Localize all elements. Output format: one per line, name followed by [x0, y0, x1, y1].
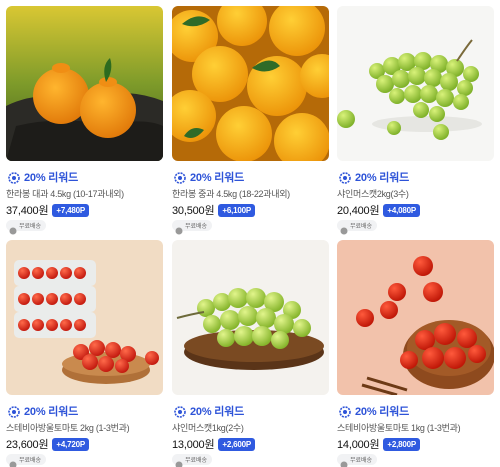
shine-muscat-photo [337, 6, 494, 161]
free-shipping-tag: 무료배송 [172, 454, 213, 467]
points-badge: +4,080P [383, 203, 421, 217]
shine-muscat-plate-photo [172, 240, 329, 395]
shipping-icon [340, 456, 348, 467]
free-shipping-tag: 무료배송 [172, 220, 213, 234]
points-badge: +6,100P [218, 203, 256, 217]
reward-info: 20% 리워드 [339, 403, 409, 419]
tomato-box-photo [6, 240, 163, 395]
product-price: 20,400원 [337, 205, 380, 217]
product-card-stevia-tomato-2kg[interactable]: 20% 리워드 스테비아방울토마토 2kg (1-3번과) 23,600원 +4… [6, 240, 163, 467]
product-name[interactable]: 한라봉 대과 4.5kg (10-17과내외) [6, 187, 124, 200]
product-card-shine-muscat-1kg[interactable]: 20% 리워드 샤인머스캣1kg(2수) 13,000원 +2,600P 무료배… [172, 240, 329, 467]
product-image[interactable] [337, 240, 494, 395]
shipping-text: 무료배송 [19, 224, 42, 230]
shipping-text: 무료배송 [185, 224, 208, 230]
points-badge: +2,600P [218, 437, 256, 451]
price-row: 14,000원 +2,800P [337, 436, 421, 452]
shipping-text: 무료배송 [350, 224, 373, 230]
product-name[interactable]: 한라봉 중과 4.5kg (18-22과내외) [172, 187, 290, 200]
shipping-icon [175, 222, 183, 234]
product-card-hallabong-medium[interactable]: 20% 리워드 한라봉 중과 4.5kg (18-22과내외) 30,500원 … [172, 6, 329, 234]
reward-info: 20% 리워드 [174, 403, 244, 419]
shipping-text: 무료배송 [19, 458, 42, 464]
product-card-hallabong-large[interactable]: 20% 리워드 한라봉 대과 4.5kg (10-17과내외) 37,400원 … [6, 6, 163, 234]
price-row: 23,600원 +4,720P [6, 436, 90, 452]
tomato-bowl-photo [337, 240, 494, 395]
gear-badge-icon [174, 405, 186, 418]
reward-info: 20% 리워드 [8, 403, 78, 419]
shipping-text: 무료배송 [185, 458, 208, 464]
product-image[interactable] [172, 6, 329, 161]
product-price: 23,600원 [6, 439, 49, 451]
product-price: 30,500원 [172, 205, 215, 217]
gear-badge-icon [8, 171, 20, 184]
product-price: 37,400원 [6, 205, 49, 217]
product-name[interactable]: 샤인머스캣2kg(3수) [337, 187, 409, 200]
shipping-icon [9, 222, 17, 234]
product-card-shine-muscat-2kg[interactable]: 20% 리워드 샤인머스캣2kg(3수) 20,400원 +4,080P 무료배… [337, 6, 494, 234]
free-shipping-tag: 무료배송 [337, 454, 378, 467]
price-row: 37,400원 +7,480P [6, 202, 90, 218]
free-shipping-tag: 무료배송 [6, 220, 47, 234]
reward-info: 20% 리워드 [339, 169, 409, 185]
price-row: 30,500원 +6,100P [172, 202, 256, 218]
product-price: 14,000원 [337, 439, 380, 451]
hallabong-medium-photo [172, 6, 329, 161]
hallabong-large-photo [6, 6, 163, 161]
gear-badge-icon [174, 171, 186, 184]
points-badge: +4,720P [52, 437, 90, 451]
product-grid: 20% 리워드 한라봉 대과 4.5kg (10-17과내외) 37,400원 … [0, 0, 500, 467]
reward-info: 20% 리워드 [174, 169, 244, 185]
reward-text: 20% 리워드 [24, 172, 79, 184]
shipping-icon [9, 456, 17, 467]
gear-badge-icon [339, 171, 351, 184]
product-image[interactable] [6, 240, 163, 395]
reward-text: 20% 리워드 [24, 406, 79, 418]
product-image[interactable] [6, 6, 163, 161]
product-card-stevia-tomato-1kg[interactable]: 20% 리워드 스테비아방울토마토 1kg (1-3번과) 14,000원 +2… [337, 240, 494, 467]
reward-text: 20% 리워드 [190, 172, 245, 184]
product-image[interactable] [337, 6, 494, 161]
gear-badge-icon [339, 405, 351, 418]
product-name[interactable]: 스테비아방울토마토 1kg (1-3번과) [337, 421, 461, 434]
shipping-text: 무료배송 [350, 458, 373, 464]
reward-text: 20% 리워드 [355, 406, 410, 418]
product-name[interactable]: 샤인머스캣1kg(2수) [172, 421, 244, 434]
points-badge: +2,800P [383, 437, 421, 451]
free-shipping-tag: 무료배송 [6, 454, 47, 467]
free-shipping-tag: 무료배송 [337, 220, 378, 234]
reward-text: 20% 리워드 [355, 172, 410, 184]
gear-badge-icon [8, 405, 20, 418]
product-name[interactable]: 스테비아방울토마토 2kg (1-3번과) [6, 421, 130, 434]
reward-info: 20% 리워드 [8, 169, 78, 185]
price-row: 13,000원 +2,600P [172, 436, 256, 452]
shipping-icon [175, 456, 183, 467]
product-image[interactable] [172, 240, 329, 395]
shipping-icon [340, 222, 348, 234]
product-price: 13,000원 [172, 439, 215, 451]
reward-text: 20% 리워드 [190, 406, 245, 418]
points-badge: +7,480P [52, 203, 90, 217]
price-row: 20,400원 +4,080P [337, 202, 421, 218]
